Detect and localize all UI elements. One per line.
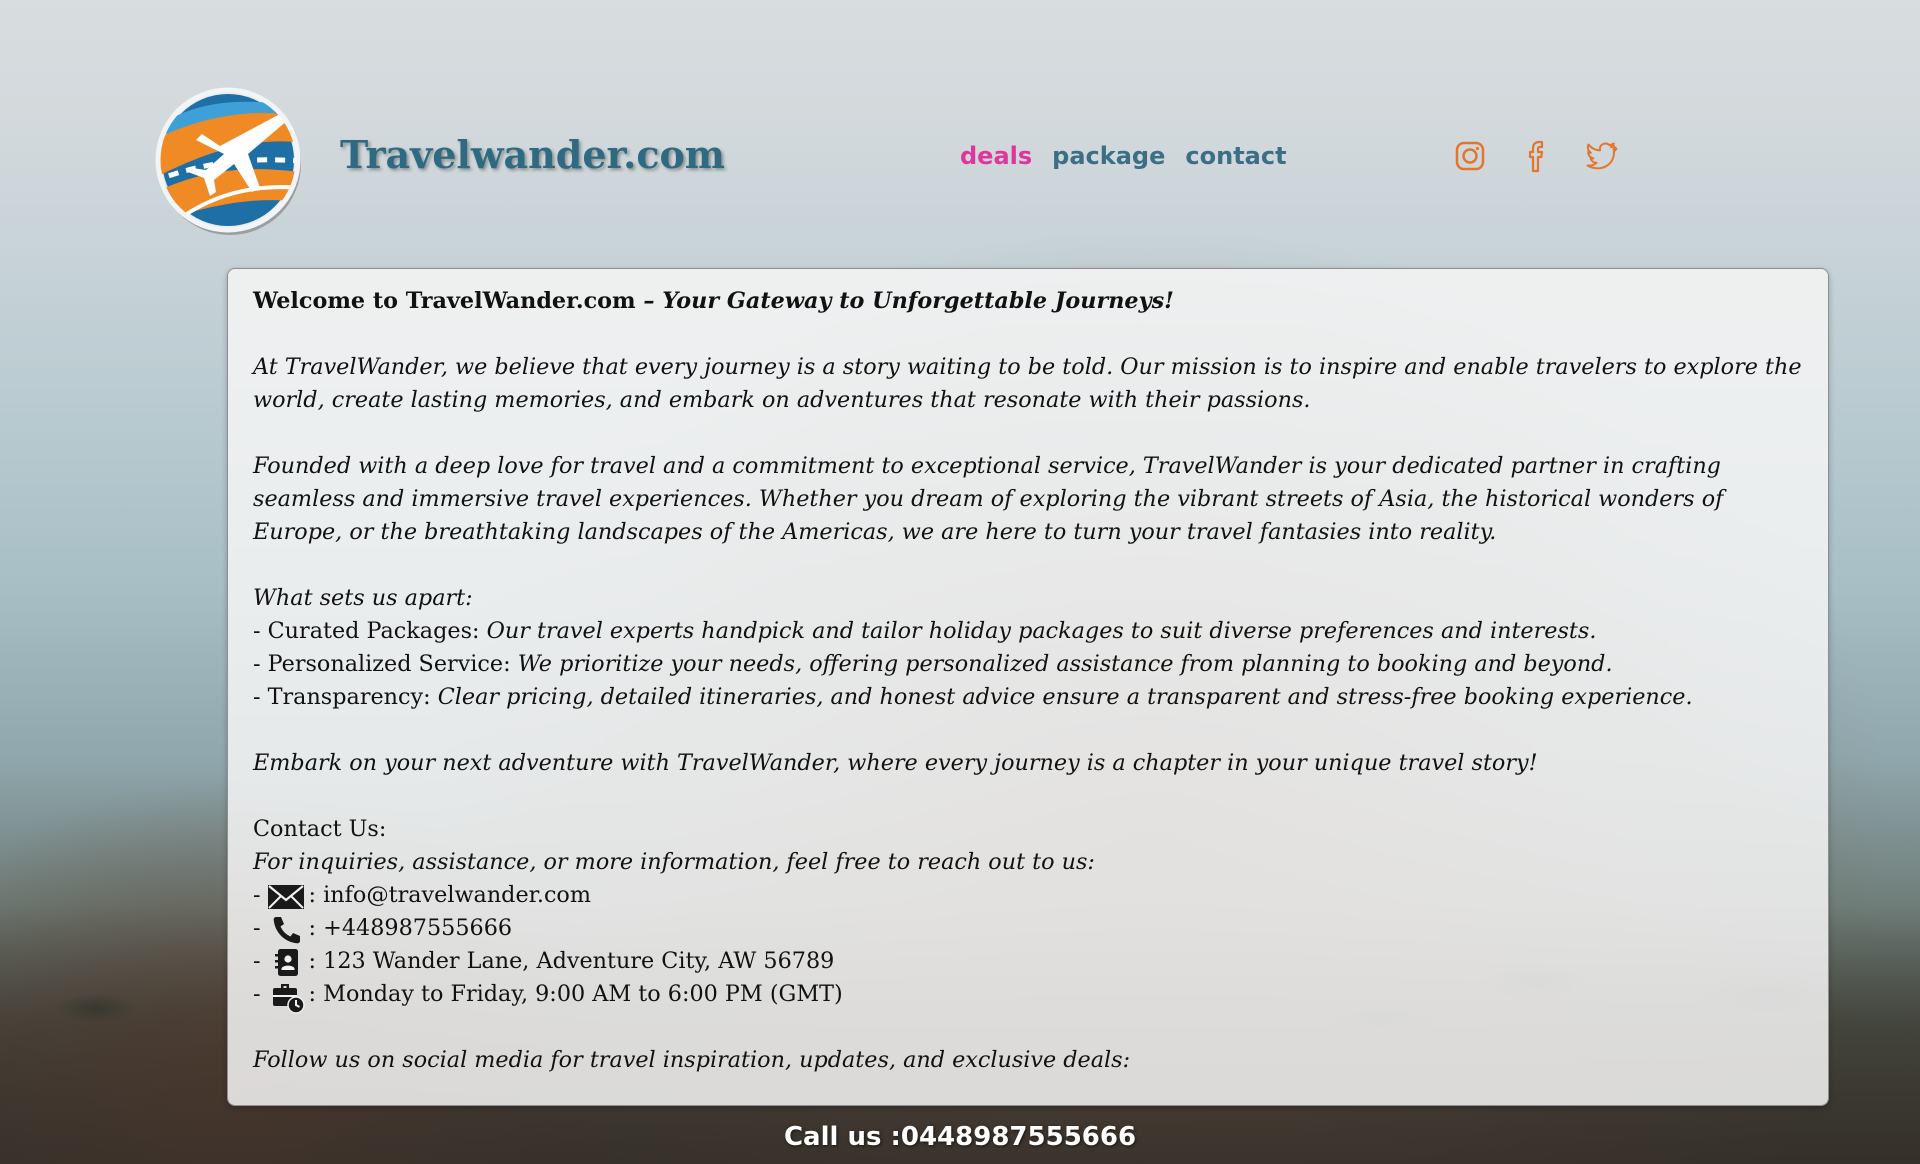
apart-item-text: We prioritize your needs, offering perso… — [517, 651, 1613, 677]
about-panel: Welcome to TravelWander.com – Your Gatew… — [227, 268, 1829, 1106]
intro-paragraph: At TravelWander, we believe that every j… — [253, 351, 1808, 417]
twitter-icon[interactable] — [1586, 138, 1618, 174]
main-nav: deals package contact — [960, 142, 1287, 170]
apart-heading: What sets us apart: — [253, 582, 1808, 615]
contact-hours-value: : Monday to Friday, 9:00 AM to 6:00 PM (… — [308, 981, 843, 1007]
apart-item-prefix: - Personalized Service: — [253, 651, 518, 677]
instagram-icon[interactable] — [1454, 138, 1486, 174]
globe-airplane-logo[interactable] — [152, 84, 304, 236]
apart-section: What sets us apart: - Curated Packages: … — [253, 582, 1808, 714]
apart-item: - Transparency: Clear pricing, detailed … — [253, 681, 1808, 714]
intro-text: At TravelWander, we believe that every j… — [253, 354, 1802, 413]
nav-package[interactable]: package — [1052, 142, 1165, 170]
contact-email-value[interactable]: : info@travelwander.com — [309, 879, 591, 912]
contact-heading: Contact Us: — [253, 816, 387, 842]
apart-item: - Personalized Service: We prioritize yo… — [253, 648, 1808, 681]
envelope-icon — [267, 881, 305, 911]
nav-deals[interactable]: deals — [960, 142, 1032, 170]
phone-icon — [267, 914, 305, 944]
contact-address-value: : 123 Wander Lane, Adventure City, AW 56… — [308, 948, 835, 974]
founded-paragraph: Founded with a deep love for travel and … — [253, 450, 1808, 549]
follow-text: Follow us on social media for travel ins… — [253, 1047, 1131, 1073]
founded-text: Founded with a deep love for travel and … — [253, 453, 1724, 545]
contact-address: - : 123 Wander Lane, Adventure City, AW … — [253, 945, 1808, 978]
contact-intro-text: For inquiries, assistance, or more infor… — [253, 849, 1095, 875]
welcome-lead: Welcome to TravelWander.com — [253, 288, 644, 314]
welcome-heading: Welcome to TravelWander.com – Your Gatew… — [253, 285, 1808, 318]
apart-heading-text: What sets us apart: — [253, 585, 473, 611]
apart-item-text: Clear pricing, detailed itineraries, and… — [437, 684, 1693, 710]
contact-intro: For inquiries, assistance, or more infor… — [253, 846, 1808, 879]
dash: - — [253, 915, 261, 941]
call-us-banner[interactable]: Call us :0448987555666 — [0, 1122, 1920, 1152]
nav-contact[interactable]: contact — [1185, 142, 1286, 170]
contact-phone-value[interactable]: : +448987555666 — [309, 912, 513, 945]
follow-paragraph: Follow us on social media for travel ins… — [253, 1044, 1808, 1077]
apart-item-prefix: - Curated Packages: — [253, 618, 487, 644]
contact-section: Contact Us: For inquiries, assistance, o… — [253, 813, 1808, 1014]
embark-paragraph: Embark on your next adventure with Trave… — [253, 747, 1808, 780]
contact-hours: - : Monday to Friday, 9:00 AM to 6:00 PM… — [253, 978, 1808, 1014]
contact-phone: - : +448987555666 — [253, 912, 1808, 945]
apart-item: - Curated Packages: Our travel experts h… — [253, 615, 1808, 648]
address-book-icon — [267, 947, 305, 977]
dash: - — [253, 882, 261, 908]
dash: - — [253, 981, 261, 1007]
apart-item-prefix: - Transparency: — [253, 684, 438, 710]
embark-text: Embark on your next adventure with Trave… — [253, 750, 1538, 776]
apart-item-text: Our travel experts handpick and tailor h… — [486, 618, 1597, 644]
site-title[interactable]: Travelwander.com — [340, 132, 725, 177]
contact-email: - : info@travelwander.com — [253, 879, 1808, 912]
social-links — [1454, 138, 1618, 174]
facebook-icon[interactable] — [1520, 138, 1552, 174]
logo-graphic — [155, 87, 301, 235]
business-hours-icon — [267, 980, 305, 1014]
dash: - — [253, 948, 261, 974]
welcome-tagline: – Your Gateway to Unforgettable Journeys… — [643, 288, 1174, 314]
